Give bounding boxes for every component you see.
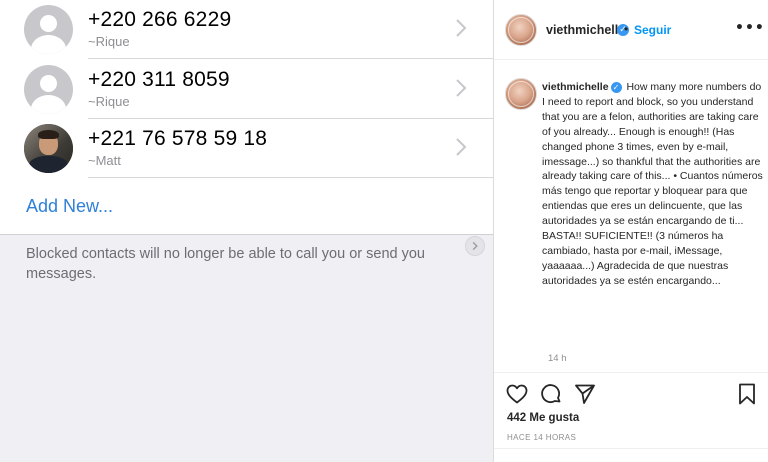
contact-name: ~Matt: [88, 153, 121, 168]
heart-icon[interactable]: [505, 382, 529, 406]
likes-count[interactable]: 442 Me gusta: [507, 412, 579, 424]
contact-number: +221 76 578 59 18: [88, 127, 268, 150]
contact-row[interactable]: +221 76 578 59 18 ~Matt: [0, 119, 493, 178]
divider: [0, 234, 493, 235]
chevron-right-icon: [456, 19, 467, 37]
avatar[interactable]: [505, 14, 537, 46]
follow-button[interactable]: Seguir: [634, 23, 671, 37]
divider: [494, 448, 768, 449]
post-username[interactable]: viethmichelle: [546, 23, 625, 37]
add-new-link[interactable]: Add New...: [26, 196, 113, 217]
caption-text: How many more numbers do I need to repor…: [542, 81, 763, 287]
blocked-contacts-screenshot: +220 266 6229 ~Rique +220 311 8059 ~Riqu…: [0, 0, 493, 462]
default-person-icon: [24, 5, 73, 54]
comment-bubble-icon[interactable]: [539, 382, 563, 406]
caption-username[interactable]: viethmichelle: [542, 81, 609, 93]
contact-photo: [24, 124, 73, 173]
contact-number: +220 311 8059: [88, 68, 230, 91]
chevron-right-icon: [456, 138, 467, 156]
divider: [494, 372, 768, 373]
blocked-contacts-list: +220 266 6229 ~Rique +220 311 8059 ~Riqu…: [0, 0, 493, 235]
contact-row[interactable]: +220 266 6229 ~Rique: [0, 0, 493, 59]
default-person-icon: [24, 65, 73, 114]
blocked-contacts-note: Blocked contacts will no longer be able …: [26, 246, 425, 282]
bookmark-icon[interactable]: [735, 382, 759, 406]
chevron-right-icon: [456, 79, 467, 97]
separator-dot: •: [624, 22, 629, 36]
contact-number: +220 266 6229: [88, 8, 232, 31]
carousel-next-icon[interactable]: [465, 236, 485, 256]
verified-badge-icon: ✓: [610, 82, 622, 93]
post-caption: viethmichelle ✓ How many more numbers do …: [542, 80, 764, 289]
more-options-icon[interactable]: •••: [735, 20, 765, 36]
comment-timestamp: 14 h: [548, 353, 567, 364]
post-header: viethmichelle ✓ • Seguir •••: [494, 0, 768, 60]
instagram-post-panel: viethmichelle ✓ • Seguir ••• viethmichel…: [493, 0, 768, 462]
caption-avatar[interactable]: [505, 78, 537, 110]
contact-name: ~Rique: [88, 34, 130, 49]
paper-plane-icon[interactable]: [573, 382, 597, 406]
contact-row[interactable]: +220 311 8059 ~Rique: [0, 60, 493, 119]
contact-name: ~Rique: [88, 94, 130, 109]
post-timestamp: HACE 14 HORAS: [507, 433, 577, 442]
